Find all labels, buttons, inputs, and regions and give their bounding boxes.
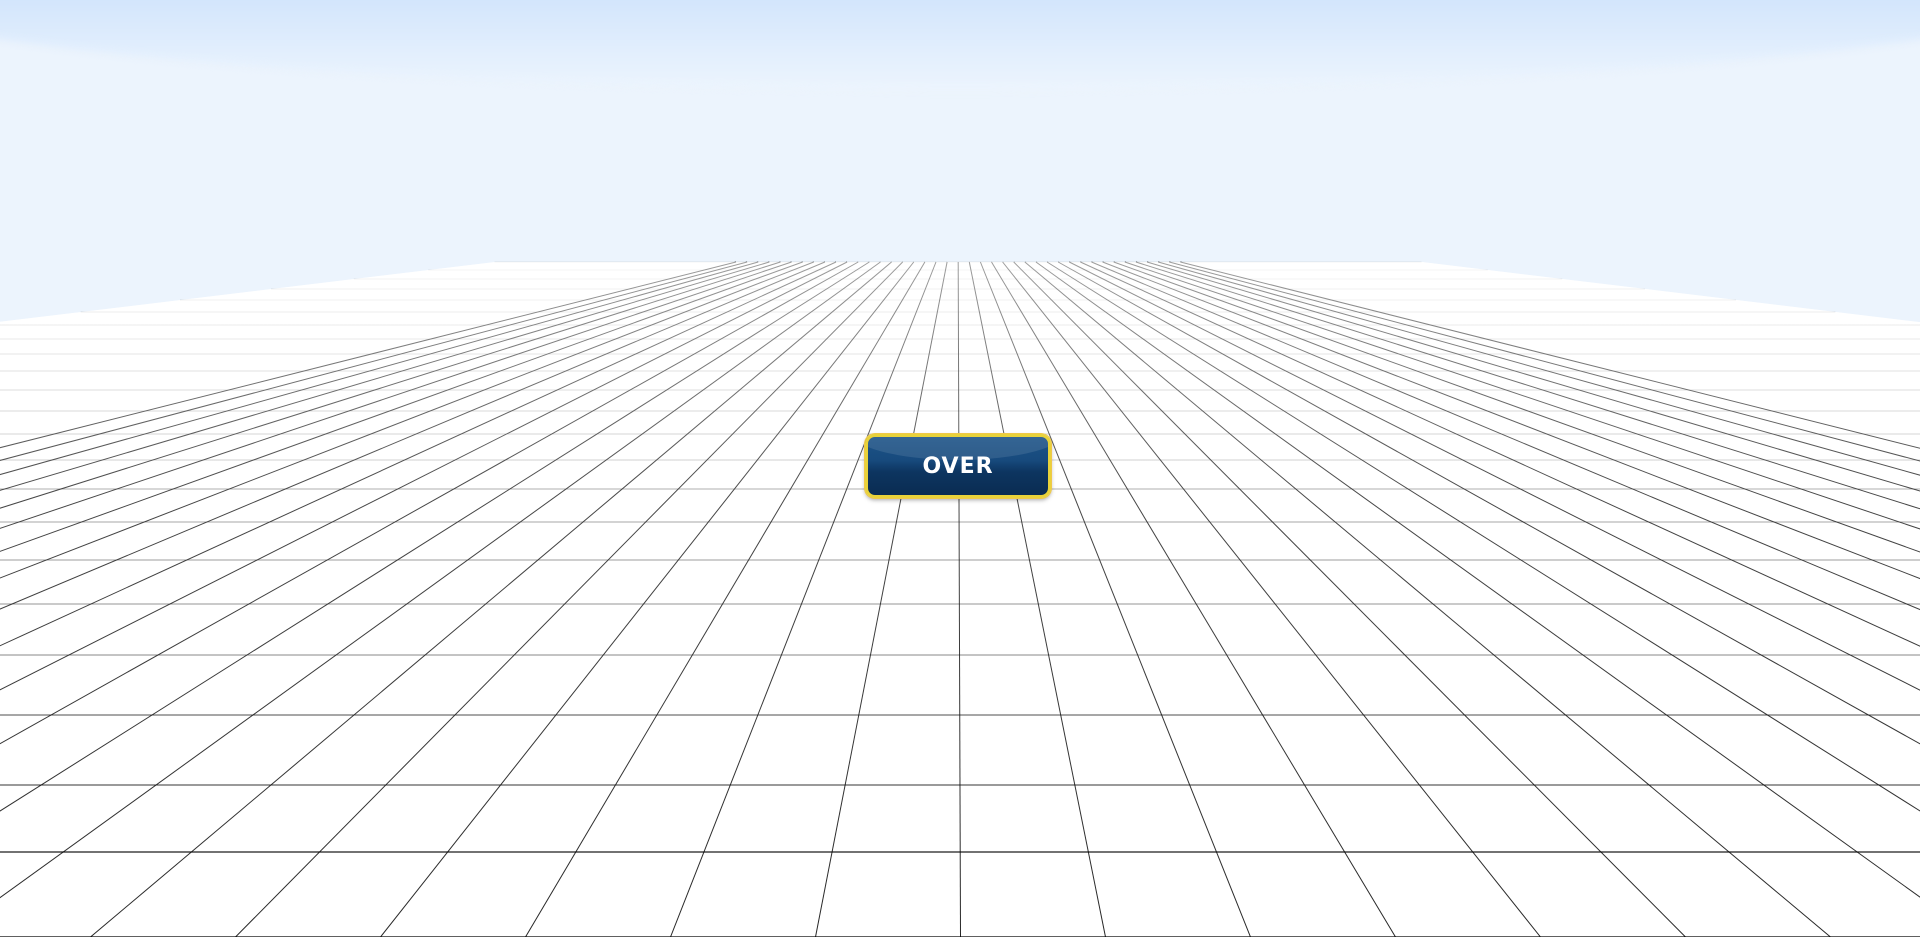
game-scene: OVER <box>0 0 1920 937</box>
over-button-label: OVER <box>922 453 994 479</box>
floor-depth-fade <box>0 262 1920 937</box>
over-button[interactable]: OVER <box>865 434 1051 498</box>
